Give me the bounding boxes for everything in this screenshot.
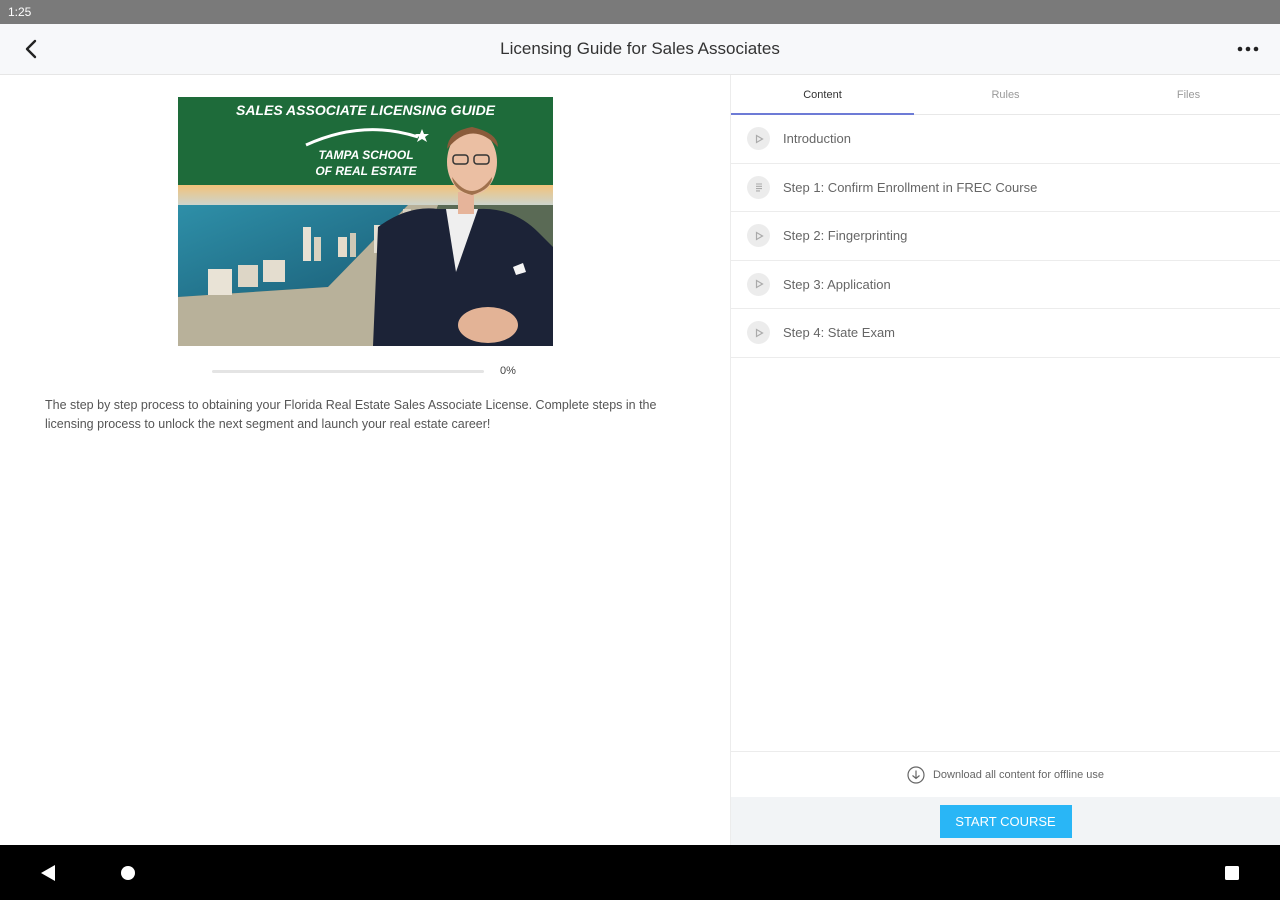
progress-percent: 0% (500, 365, 516, 377)
more-horizontal-icon (1237, 46, 1259, 52)
download-label: Download all content for offline use (932, 768, 1104, 781)
app-bar: Licensing Guide for Sales Associates (0, 24, 1280, 75)
back-button[interactable] (20, 37, 44, 61)
lesson-label: Step 4: State Exam (783, 325, 896, 341)
play-icon (747, 272, 770, 296)
course-footer: START COURSE (731, 797, 1280, 845)
course-progress-bar (212, 370, 484, 373)
lesson-introduction[interactable]: Introduction (731, 115, 1280, 164)
nav-home-icon[interactable] (120, 865, 136, 881)
back-arrow-icon (25, 39, 37, 59)
tab-files[interactable]: Files (1097, 75, 1280, 114)
play-icon (747, 127, 770, 151)
banner-title: SALES ASSOCIATE LICENSING GUIDE (236, 102, 496, 118)
course-content-panel: Content Rules Files Introduction Step 1:… (730, 75, 1280, 845)
lesson-step-2[interactable]: Step 2: Fingerprinting (731, 212, 1280, 261)
download-circle-icon (907, 765, 925, 784)
lesson-label: Step 2: Fingerprinting (783, 228, 908, 244)
lesson-label: Introduction (783, 131, 851, 147)
lesson-step-4[interactable]: Step 4: State Exam (731, 309, 1280, 358)
lesson-step-1[interactable]: Step 1: Confirm Enrollment in FREC Cours… (731, 164, 1280, 212)
course-overview-panel: SALES ASSOCIATE LICENSING GUIDE TAMPA SC… (0, 75, 730, 845)
page-title: Licensing Guide for Sales Associates (500, 39, 780, 58)
download-offline-button[interactable]: Download all content for offline use (731, 751, 1280, 797)
play-icon (747, 321, 770, 345)
system-nav-bar (0, 845, 1280, 900)
lesson-label: Step 3: Application (783, 276, 891, 292)
nav-back-icon[interactable] (40, 864, 56, 882)
play-icon (747, 224, 770, 248)
more-options-button[interactable] (1236, 37, 1260, 61)
nav-recents-icon[interactable] (1224, 865, 1240, 881)
status-bar: 1:25 (0, 0, 1280, 845)
tab-content[interactable]: Content (731, 75, 914, 115)
course-hero-image: SALES ASSOCIATE LICENSING GUIDE TAMPA SC… (178, 97, 553, 346)
tab-bar: Content Rules Files (731, 75, 1280, 115)
logo-line-1: TAMPA SCHOOL (318, 148, 413, 162)
lesson-step-3[interactable]: Step 3: Application (731, 261, 1280, 309)
start-course-button[interactable]: START COURSE (939, 804, 1072, 838)
tab-rules[interactable]: Rules (914, 75, 1097, 114)
course-description: The step by step process to obtaining yo… (45, 398, 657, 431)
status-time: 1:25 (8, 5, 32, 19)
lesson-label: Step 1: Confirm Enrollment in FREC Cours… (783, 179, 1038, 195)
document-icon (747, 175, 770, 199)
logo-line-2: OF REAL ESTATE (315, 164, 417, 178)
